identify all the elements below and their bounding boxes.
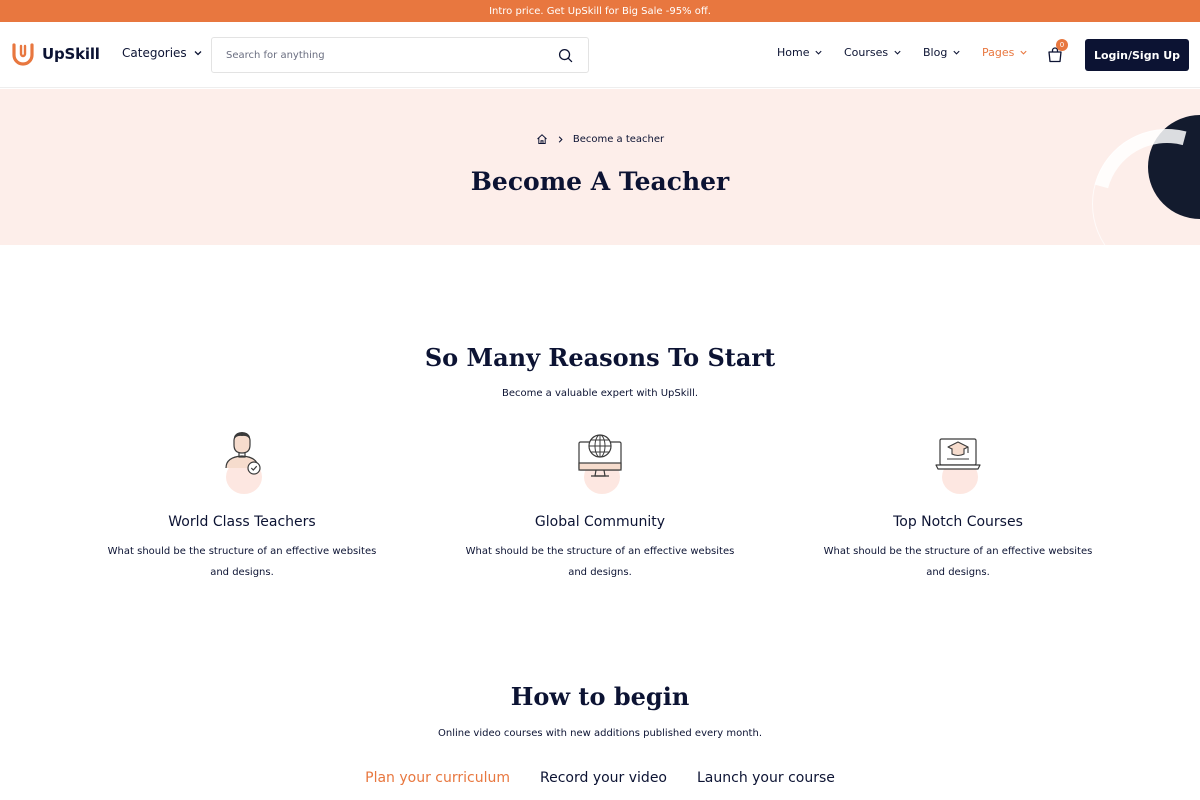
chevron-down-icon	[894, 50, 901, 55]
teacher-icon	[225, 432, 261, 475]
nav-pages-label: Pages	[982, 46, 1015, 59]
feature-description-line: and designs.	[926, 567, 990, 578]
logo-mark-icon	[12, 43, 34, 66]
chevron-right-icon	[558, 135, 563, 143]
breadcrumb-current: Become a teacher	[572, 133, 665, 145]
categories-label: Categories	[122, 46, 187, 60]
search-input[interactable]	[226, 49, 556, 61]
reasons-subtitle: Become a valuable expert with UpSkill.	[501, 388, 699, 399]
tab-plan-your-curriculum[interactable]: Plan your curriculum	[365, 770, 510, 786]
nav-courses[interactable]: Courses	[844, 46, 902, 59]
globe-monitor-icon	[578, 434, 622, 477]
page-hero: Become a teacher Become A Teacher	[0, 89, 1200, 245]
search-icon	[558, 48, 572, 62]
laptop-graduation-icon	[935, 438, 981, 470]
feature-description-line: What should be the structure of an effec…	[107, 546, 377, 557]
chevron-down-icon	[953, 50, 960, 55]
chevron-down-icon	[1020, 50, 1027, 55]
nav-pages[interactable]: Pages	[982, 46, 1028, 59]
categories-dropdown[interactable]: Categories	[122, 46, 203, 60]
reasons-title: So Many Reasons To Start	[424, 343, 776, 372]
nav-courses-label: Courses	[844, 46, 889, 59]
feature-title: Global Community	[534, 514, 666, 530]
login-signup-button[interactable]: Login/Sign Up	[1085, 39, 1189, 71]
feature-description: What should be the structure of an effec…	[92, 541, 392, 583]
how-to-begin-tabs: Plan your curriculum Record your video L…	[0, 770, 1200, 786]
search-button[interactable]	[556, 46, 574, 64]
tab-launch-your-course[interactable]: Launch your course	[697, 770, 835, 786]
chevron-down-icon	[194, 51, 202, 56]
how-to-begin-title: How to begin	[510, 682, 690, 711]
cart-button[interactable]: 0	[1046, 39, 1068, 64]
feature-card: Top Notch Courses What should be the str…	[808, 430, 1108, 583]
search-bar	[211, 37, 589, 73]
feature-description-line: and designs.	[210, 567, 274, 578]
feature-description-line: What should be the structure of an effec…	[465, 546, 735, 557]
site-header: UpSkill Categories Home Courses Blog Pag…	[0, 22, 1200, 88]
promo-banner: Intro price. Get UpSkill for Big Sale -9…	[0, 0, 1200, 22]
how-to-begin-subtitle: Online video courses with new additions …	[437, 728, 762, 739]
breadcrumb-home[interactable]	[536, 133, 548, 145]
feature-description: What should be the structure of an effec…	[450, 541, 750, 583]
feature-description: What should be the structure of an effec…	[808, 541, 1108, 583]
home-icon	[537, 134, 547, 144]
feature-title: World Class Teachers	[168, 514, 316, 530]
tab-record-your-video[interactable]: Record your video	[540, 770, 667, 786]
feature-card: Global Community What should be the stru…	[450, 430, 750, 583]
nav-blog-label: Blog	[923, 46, 948, 59]
promo-text: Intro price. Get UpSkill for Big Sale -9…	[489, 5, 711, 17]
logo-text: UpSkill	[42, 45, 100, 63]
feature-card: World Class Teachers What should be the …	[92, 430, 392, 583]
nav-blog[interactable]: Blog	[923, 46, 961, 59]
nav-home[interactable]: Home	[777, 46, 823, 59]
page-title: Become A Teacher	[470, 167, 730, 196]
logo[interactable]: UpSkill	[11, 42, 100, 66]
feature-description-line: and designs.	[568, 567, 632, 578]
feature-title: Top Notch Courses	[893, 514, 1023, 530]
breadcrumb: Become a teacher	[0, 133, 1200, 145]
feature-description-line: What should be the structure of an effec…	[823, 546, 1093, 557]
chevron-down-icon	[815, 50, 823, 55]
cart-count-badge: 0	[1056, 39, 1068, 51]
nav-home-label: Home	[777, 46, 810, 59]
